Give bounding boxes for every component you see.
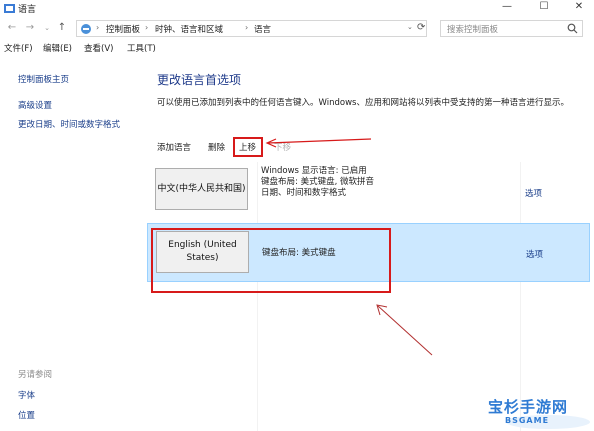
left-pane: 控制面板主页 高级设置 更改日期、时间或数字格式 另请参阅 字体 位置 [0,58,140,431]
address-bar[interactable]: › 控制面板 › 时钟、语言和区域 › 语言 ⌄ [76,20,427,37]
options-link-english[interactable]: 选项 [526,248,543,260]
change-date-time-format-link[interactable]: 更改日期、时间或数字格式 [18,118,120,130]
see-also-title: 另请参阅 [18,370,53,380]
chevron-down-icon[interactable]: ⌄ [407,23,413,31]
crumb-separator: › [96,23,100,32]
address-row: ← → ⌄ ↑ › 控制面板 › 时钟、语言和区域 › 语言 ⌄ ⟳ 搜索控制面… [0,19,594,39]
close-button[interactable]: ✕ [562,0,594,16]
search-placeholder: 搜索控制面板 [447,25,499,35]
language-name-chinese[interactable]: 中文(中华人民共和国) [155,168,248,210]
breadcrumb-language[interactable]: 语言 [254,23,271,35]
advanced-settings-link[interactable]: 高级设置 [18,99,52,111]
up-icon[interactable]: ↑ [56,22,68,34]
language-info-chinese: Windows 显示语言: 已启用 键盘布局: 美式键盘, 微软拼音 日期、时间… [261,166,374,198]
title-bar: 语言 — ☐ ✕ [0,0,594,18]
move-up-highlight [233,137,263,157]
control-panel-icon [81,24,91,34]
page-title: 更改语言首选项 [157,73,242,87]
breadcrumb-control-panel[interactable]: 控制面板 [106,23,140,35]
menu-tools[interactable]: 工具(T) [127,42,156,54]
remove-button[interactable]: 删除 [208,141,225,153]
page-description: 可以使用已添加到列表中的任何语言键入。Windows、应用和网站将以列表中受支持… [157,98,569,108]
forward-icon[interactable]: → [24,22,36,34]
options-link-chinese[interactable]: 选项 [525,187,542,199]
language-icon [4,4,15,13]
location-link[interactable]: 位置 [18,409,35,421]
maximize-button[interactable]: ☐ [527,0,561,16]
window-title: 语言 [18,5,37,15]
menu-file[interactable]: 文件(F) [4,42,33,54]
breadcrumb-clock-language-region[interactable]: 时钟、语言和区域 [155,23,223,35]
fonts-link[interactable]: 字体 [18,389,35,401]
language-row-chinese[interactable]: 中文(中华人民共和国) Windows 显示语言: 已启用 键盘布局: 美式键盘… [147,162,590,220]
language-list: 中文(中华人民共和国) Windows 显示语言: 已启用 键盘布局: 美式键盘… [147,162,590,431]
menu-bar: 文件(F) 编辑(E) 查看(V) 工具(T) [0,42,594,56]
search-icon [567,23,578,34]
menu-view[interactable]: 查看(V) [84,42,113,54]
add-language-button[interactable]: 添加语言 [157,141,191,153]
watermark-text: 宝杉手游网 [488,398,569,416]
control-panel-home-link[interactable]: 控制面板主页 [18,73,69,85]
search-input[interactable]: 搜索控制面板 [440,20,583,37]
back-icon[interactable]: ← [6,22,18,34]
refresh-icon[interactable]: ⟳ [417,22,425,33]
move-down-button: 下移 [274,143,292,153]
language-toolbar: 添加语言 删除 上移 下移 [150,139,580,157]
watermark-subtext: BSGAME [505,416,550,425]
menu-edit[interactable]: 编辑(E) [43,42,72,54]
crumb-separator: › [145,23,149,32]
crumb-separator: › [245,23,249,32]
chevron-down-icon[interactable]: ⌄ [41,22,53,34]
selection-highlight [151,228,391,293]
minimize-button[interactable]: — [490,0,524,16]
language-name-label: 中文(中华人民共和国) [157,183,246,194]
